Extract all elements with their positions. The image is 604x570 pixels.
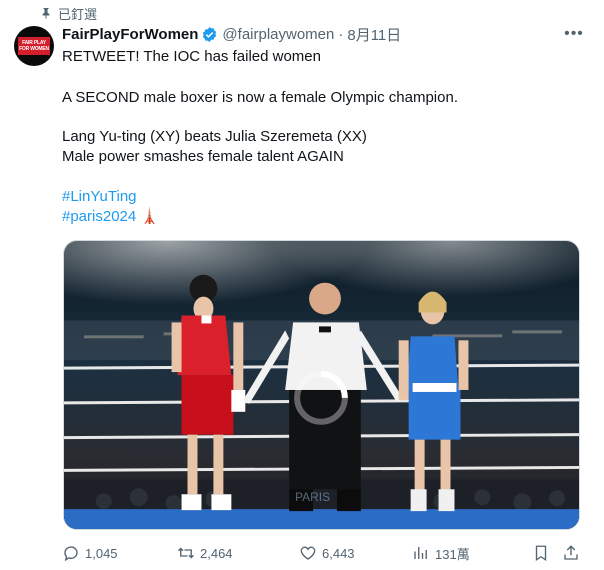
pinned-indicator: 已釘選 bbox=[40, 5, 98, 22]
bookmark-icon bbox=[535, 545, 547, 562]
tweet-line-4: Male power smashes female talent AGAIN bbox=[62, 148, 344, 165]
tweet-media[interactable]: PARIS bbox=[63, 240, 580, 530]
eiffel-tower-emoji: 🗼 bbox=[140, 208, 160, 225]
reply-count: 1,045 bbox=[85, 545, 118, 561]
header-separator: · bbox=[338, 25, 344, 43]
views-button[interactable]: 131萬 bbox=[412, 543, 470, 563]
hashtag-paris2024[interactable]: #paris2024 bbox=[62, 208, 136, 225]
author-handle[interactable]: @fairplaywomen bbox=[222, 26, 334, 43]
tweet-header: FairPlayForWomen @fairplaywomen · 8月11日 … bbox=[62, 24, 584, 44]
tweet-date[interactable]: 8月11日 bbox=[347, 24, 401, 45]
reply-button[interactable]: 1,045 bbox=[62, 543, 118, 563]
tweet-line-2: A SECOND male boxer is now a female Olym… bbox=[62, 89, 458, 106]
avatar-logo: FAIR PLAY FOR WOMEN bbox=[18, 37, 50, 55]
avatar[interactable]: FAIR PLAY FOR WOMEN bbox=[14, 26, 54, 66]
retweet-count: 2,464 bbox=[200, 545, 233, 561]
retweet-button[interactable]: 2,464 bbox=[177, 543, 233, 563]
heart-icon bbox=[300, 546, 316, 560]
display-name[interactable]: FairPlayForWomen bbox=[62, 26, 198, 43]
like-button[interactable]: 6,443 bbox=[299, 543, 355, 563]
pinned-label: 已釘選 bbox=[58, 6, 98, 22]
share-button[interactable] bbox=[562, 543, 580, 563]
action-bar: 1,045 2,464 6,443 131萬 bbox=[62, 543, 582, 563]
pin-icon bbox=[42, 8, 50, 19]
more-icon[interactable]: ••• bbox=[564, 24, 584, 44]
tweet-line-1: RETWEET! The IOC has failed women bbox=[62, 48, 321, 65]
share-icon bbox=[564, 545, 578, 560]
hashtag-linyuting[interactable]: #LinYuTing bbox=[62, 187, 137, 207]
views-icon bbox=[414, 547, 427, 559]
verified-badge-icon[interactable] bbox=[201, 26, 218, 43]
tweet-line-3: Lang Yu-ting (XY) beats Julia Szeremeta … bbox=[62, 128, 367, 145]
hashtag-line: #paris2024 🗼 bbox=[62, 207, 159, 227]
bookmark-button[interactable] bbox=[532, 543, 550, 563]
boxing-scene-image: PARIS bbox=[64, 241, 579, 529]
reply-icon bbox=[64, 546, 78, 562]
media-watermark: PARIS bbox=[295, 490, 330, 504]
view-count: 131萬 bbox=[435, 546, 470, 562]
retweet-icon bbox=[178, 547, 194, 559]
like-count: 6,443 bbox=[322, 545, 355, 561]
